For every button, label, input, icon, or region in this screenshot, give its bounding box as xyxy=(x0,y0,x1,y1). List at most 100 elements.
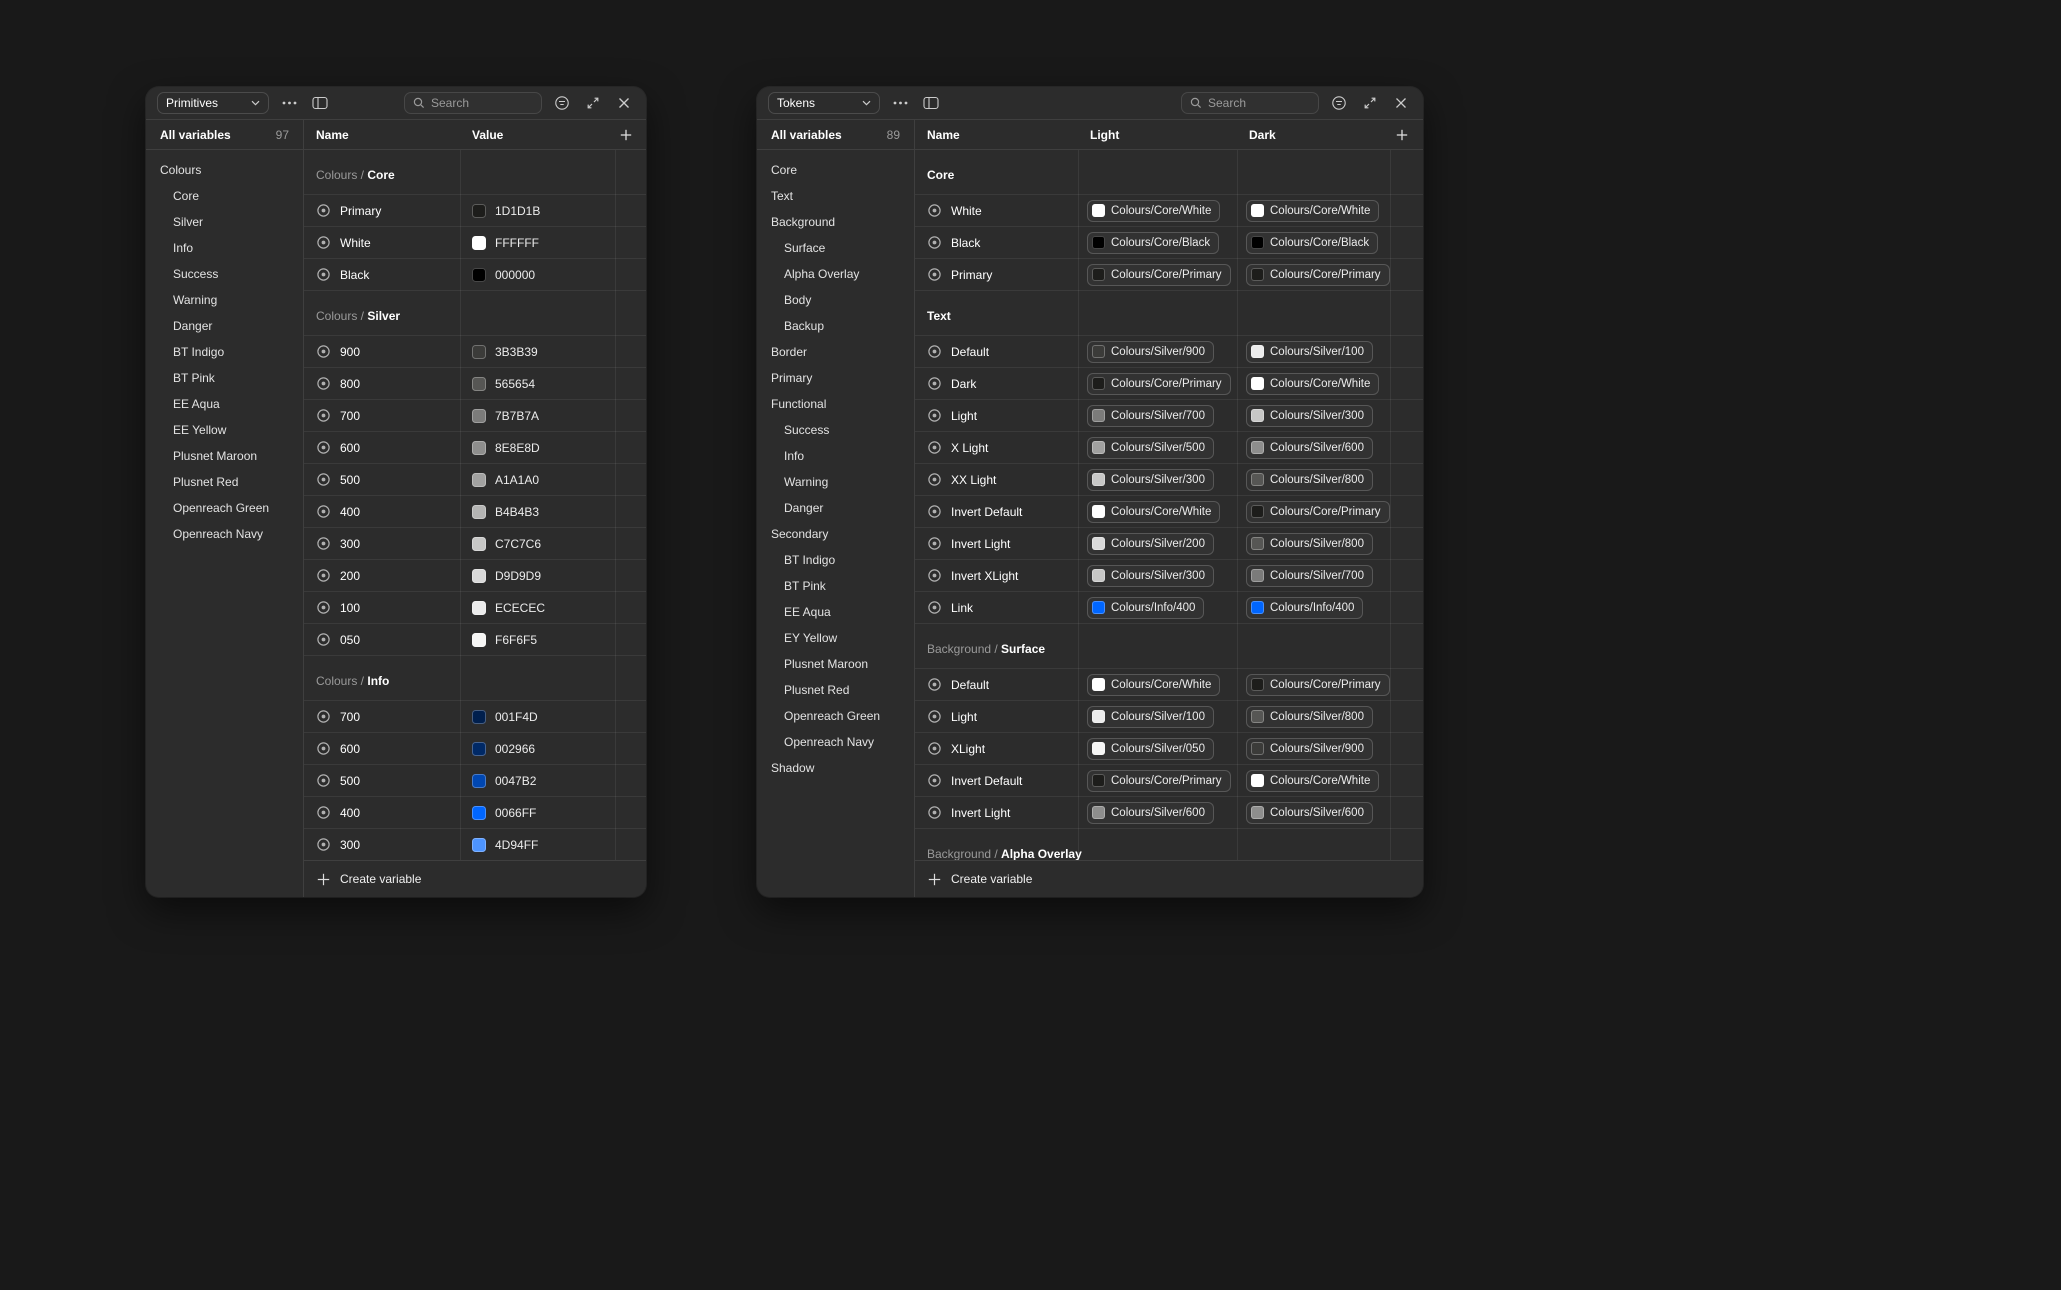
name-cell[interactable]: Invert Default xyxy=(915,504,1078,519)
token-pill[interactable]: Colours/Core/White xyxy=(1087,674,1220,696)
token-pill[interactable]: Colours/Core/Primary xyxy=(1246,264,1390,286)
variable-row[interactable]: Invert XLightColours/Silver/300Colours/S… xyxy=(915,560,1423,592)
name-cell[interactable]: Light xyxy=(915,408,1078,423)
name-cell[interactable]: 600 xyxy=(304,741,460,756)
token-pill[interactable]: Colours/Core/Primary xyxy=(1246,501,1390,523)
variable-row[interactable]: 3004D94FF xyxy=(304,829,646,860)
token-pill[interactable]: Colours/Silver/600 xyxy=(1246,802,1373,824)
name-cell[interactable]: Black xyxy=(304,267,460,282)
more-menu-button[interactable] xyxy=(889,93,911,113)
value-cell[interactable]: 565654 xyxy=(460,377,615,391)
value-cell[interactable]: 002966 xyxy=(460,742,615,756)
sidebar-item-warning[interactable]: Warning xyxy=(757,469,914,495)
token-pill[interactable]: Colours/Core/White xyxy=(1087,200,1220,222)
add-variable-button[interactable] xyxy=(1391,125,1413,145)
variable-row[interactable]: XLightColours/Silver/050Colours/Silver/9… xyxy=(915,733,1423,765)
expand-button[interactable] xyxy=(582,93,604,113)
token-pill[interactable]: Colours/Silver/900 xyxy=(1246,738,1373,760)
sidebar-item-border[interactable]: Border xyxy=(757,339,914,365)
token-pill[interactable]: Colours/Silver/300 xyxy=(1087,469,1214,491)
token-pill[interactable]: Colours/Silver/300 xyxy=(1246,405,1373,427)
token-pill[interactable]: Colours/Core/Black xyxy=(1246,232,1378,254)
name-cell[interactable]: Invert Default xyxy=(915,773,1078,788)
sidebar-item-openreach-green[interactable]: Openreach Green xyxy=(757,703,914,729)
token-pill[interactable]: Colours/Silver/900 xyxy=(1087,341,1214,363)
variable-row[interactable]: Primary1D1D1B xyxy=(304,195,646,227)
sidebar-item-ee-aqua[interactable]: EE Aqua xyxy=(146,391,303,417)
variable-row[interactable]: 500A1A1A0 xyxy=(304,464,646,496)
name-cell[interactable]: 700 xyxy=(304,709,460,724)
name-cell[interactable]: 300 xyxy=(304,536,460,551)
variable-row[interactable]: 200D9D9D9 xyxy=(304,560,646,592)
variable-row[interactable]: Invert LightColours/Silver/200Colours/Si… xyxy=(915,528,1423,560)
value-cell[interactable]: C7C7C6 xyxy=(460,537,615,551)
create-variable-button[interactable]: Create variable xyxy=(304,860,646,897)
variable-row[interactable]: 5000047B2 xyxy=(304,765,646,797)
token-pill[interactable]: Colours/Silver/300 xyxy=(1087,565,1214,587)
sidebar-item-openreach-navy[interactable]: Openreach Navy xyxy=(757,729,914,755)
value-cell[interactable]: 3B3B39 xyxy=(460,345,615,359)
add-variable-button[interactable] xyxy=(615,125,637,145)
name-cell[interactable]: White xyxy=(915,203,1078,218)
more-menu-button[interactable] xyxy=(278,93,300,113)
name-cell[interactable]: 100 xyxy=(304,600,460,615)
name-cell[interactable]: Default xyxy=(915,344,1078,359)
variable-row[interactable]: WhiteFFFFFF xyxy=(304,227,646,259)
sidebar-item-core[interactable]: Core xyxy=(146,183,303,209)
token-pill[interactable]: Colours/Core/White xyxy=(1087,501,1220,523)
sidebar-item-openreach-navy[interactable]: Openreach Navy xyxy=(146,521,303,547)
token-pill[interactable]: Colours/Silver/800 xyxy=(1246,469,1373,491)
variable-row[interactable]: 050F6F6F5 xyxy=(304,624,646,656)
sidebar-item-text[interactable]: Text xyxy=(757,183,914,209)
token-pill[interactable]: Colours/Core/White xyxy=(1246,770,1379,792)
name-cell[interactable]: Light xyxy=(915,709,1078,724)
sidebar-item-body[interactable]: Body xyxy=(757,287,914,313)
name-cell[interactable]: XX Light xyxy=(915,472,1078,487)
token-pill[interactable]: Colours/Silver/100 xyxy=(1246,341,1373,363)
variable-row[interactable]: 600002966 xyxy=(304,733,646,765)
sidebar-item-success[interactable]: Success xyxy=(146,261,303,287)
token-pill[interactable]: Colours/Info/400 xyxy=(1087,597,1204,619)
variable-row[interactable]: XX Light Colours/Silver/300 Colours/Silver… xyxy=(915,464,1423,496)
value-cell[interactable]: 8E8E8D xyxy=(460,441,615,455)
sidebar-item-plusnet-maroon[interactable]: Plusnet Maroon xyxy=(757,651,914,677)
sidebar-item-primary[interactable]: Primary xyxy=(757,365,914,391)
sidebar-item-info[interactable]: Info xyxy=(146,235,303,261)
name-cell[interactable]: 400 xyxy=(304,504,460,519)
expand-button[interactable] xyxy=(1359,93,1381,113)
sidebar-item-bt-indigo[interactable]: BT Indigo xyxy=(757,547,914,573)
variable-row[interactable]: Invert LightColours/Silver/600Colours/Si… xyxy=(915,797,1423,829)
value-cell[interactable]: 001F4D xyxy=(460,710,615,724)
search-input[interactable] xyxy=(431,96,533,110)
sidebar-item-background[interactable]: Background xyxy=(757,209,914,235)
value-cell[interactable]: F6F6F5 xyxy=(460,633,615,647)
value-cell[interactable]: 0047B2 xyxy=(460,774,615,788)
sidebar-item-core[interactable]: Core xyxy=(757,157,914,183)
name-cell[interactable]: 300 xyxy=(304,837,460,852)
token-pill[interactable]: Colours/Silver/700 xyxy=(1246,565,1373,587)
sidebar-item-info[interactable]: Info xyxy=(757,443,914,469)
value-cell[interactable]: 1D1D1B xyxy=(460,204,615,218)
name-cell[interactable]: Dark xyxy=(915,376,1078,391)
name-cell[interactable]: 700 xyxy=(304,408,460,423)
name-cell[interactable]: 800 xyxy=(304,376,460,391)
variable-row[interactable]: 100ECECEC xyxy=(304,592,646,624)
search-box[interactable] xyxy=(1181,92,1319,114)
search-box[interactable] xyxy=(404,92,542,114)
sidebar-item-silver[interactable]: Silver xyxy=(146,209,303,235)
token-pill[interactable]: Colours/Silver/600 xyxy=(1087,802,1214,824)
name-cell[interactable]: XLight xyxy=(915,741,1078,756)
sidebar-item-success[interactable]: Success xyxy=(757,417,914,443)
sidebar-item-alpha-overlay[interactable]: Alpha Overlay xyxy=(757,261,914,287)
name-cell[interactable]: Black xyxy=(915,235,1078,250)
variable-row[interactable]: 400B4B4B3 xyxy=(304,496,646,528)
value-cell[interactable]: 7B7B7A xyxy=(460,409,615,423)
variable-row[interactable]: 6008E8E8D xyxy=(304,432,646,464)
variable-row[interactable]: X LightColours/Silver/500Colours/Silver/… xyxy=(915,432,1423,464)
sidebar-item-plusnet-red[interactable]: Plusnet Red xyxy=(757,677,914,703)
token-pill[interactable]: Colours/Silver/800 xyxy=(1246,706,1373,728)
value-cell[interactable]: ECECEC xyxy=(460,601,615,615)
name-cell[interactable]: 400 xyxy=(304,805,460,820)
all-variables-item[interactable]: All variables 89 xyxy=(757,120,914,150)
variable-row[interactable]: LightColours/Silver/100Colours/Silver/80… xyxy=(915,701,1423,733)
